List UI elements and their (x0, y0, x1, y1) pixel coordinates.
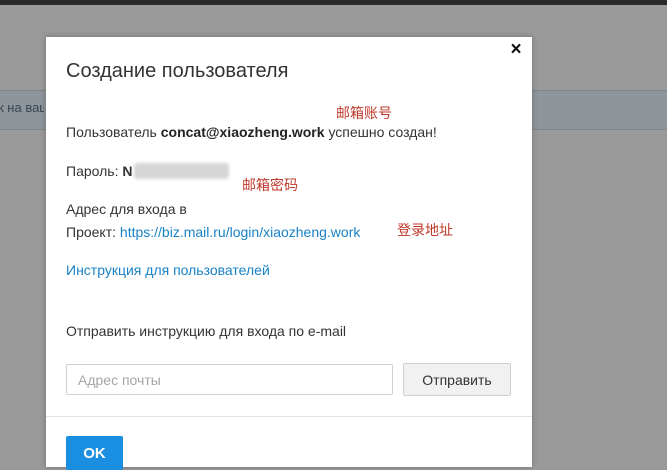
annotation-login-address: 登录地址 (397, 222, 453, 238)
create-user-dialog: × Создание пользователя Пользователь con… (46, 37, 532, 470)
footer-divider (46, 416, 532, 417)
dialog-title: Создание пользователя (66, 60, 289, 82)
send-button[interactable]: Отправить (403, 363, 511, 396)
instructions-row: Инструкция для пользователей (66, 262, 270, 278)
password-redaction (134, 163, 230, 179)
created-prefix: Пользователь (66, 124, 157, 140)
password-row: Пароль: N (66, 163, 230, 179)
login-address-line2: Проект: https://biz.mail.ru/login/xiaozh… (66, 224, 360, 240)
close-icon[interactable]: × (508, 40, 524, 60)
created-email: concat@xiaozheng.work (160, 124, 325, 140)
ok-button[interactable]: OK (66, 436, 123, 470)
created-suffix: успешно создан! (328, 124, 437, 140)
login-address-line1: Адрес для входа в (66, 201, 187, 217)
annotation-email-account: 邮箱账号 (336, 105, 392, 121)
background-notice-text: к на ваш (0, 100, 44, 115)
email-address-input[interactable] (66, 364, 393, 395)
annotation-email-password: 邮箱密码 (242, 177, 298, 193)
user-created-message: Пользователь concat@xiaozheng.work успеш… (66, 124, 437, 140)
password-label: Пароль: (66, 163, 119, 179)
login-address-prefix: Проект: (66, 224, 117, 240)
top-bar (0, 0, 667, 5)
password-visible-char: N (122, 163, 133, 179)
login-url-link[interactable]: https://biz.mail.ru/login/xiaozheng.work (120, 224, 360, 240)
user-instructions-link[interactable]: Инструкция для пользователей (66, 262, 270, 278)
send-instructions-label: Отправить инструкцию для входа по e-mail (66, 323, 347, 339)
